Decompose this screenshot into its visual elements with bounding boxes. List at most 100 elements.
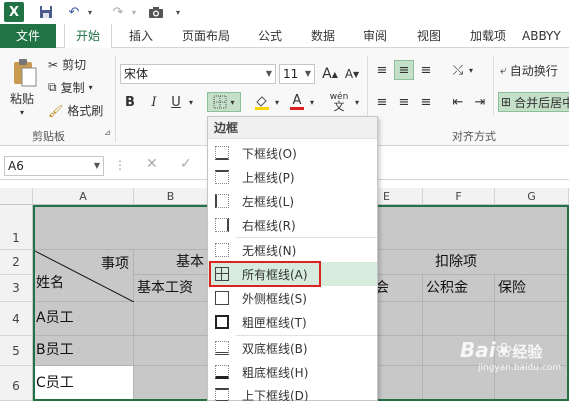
- font-size-value: 11: [283, 67, 299, 81]
- wrap-text-button[interactable]: ⤶ 自动换行: [500, 62, 558, 79]
- name-box[interactable]: A6 ▼: [4, 156, 104, 176]
- menu-item-right-border[interactable]: 右框线(R): [208, 213, 377, 237]
- menu-item-label: 双底框线(B): [242, 341, 308, 356]
- customize-qat-icon[interactable]: ▾: [172, 2, 184, 22]
- menu-item-thick-box-border[interactable]: 粗匣框线(T): [208, 310, 377, 334]
- tab-abbyy[interactable]: ABBYY: [522, 24, 569, 48]
- phonetic-button[interactable]: wén 文: [326, 92, 352, 113]
- tab-review[interactable]: 审阅: [352, 24, 398, 48]
- column-header[interactable]: A: [33, 188, 134, 205]
- font-name-combo[interactable]: 宋体 ▼: [120, 64, 276, 84]
- menu-item-top-bottom-border[interactable]: 上下框线(D): [208, 383, 377, 401]
- tab-addins[interactable]: 加载项: [460, 24, 516, 48]
- font-color-dropdown-icon[interactable]: ▾: [307, 92, 317, 112]
- tab-page-layout[interactable]: 页面布局: [172, 24, 240, 48]
- tab-data[interactable]: 数据: [300, 24, 346, 48]
- copy-button[interactable]: ⧉ 复制 ▾: [48, 79, 93, 96]
- grid-cell[interactable]: [423, 302, 495, 336]
- grid-cell[interactable]: [495, 302, 569, 336]
- align-top-icon[interactable]: ≡: [372, 60, 392, 80]
- row-header[interactable]: 6: [0, 366, 33, 401]
- group-separator: [115, 56, 116, 142]
- grow-font-button[interactable]: A ▲: [320, 64, 340, 84]
- cell-a6[interactable]: C员工: [33, 366, 134, 401]
- menu-item-bottom-border[interactable]: 下框线(O): [208, 141, 377, 165]
- highlight-annotation: [209, 261, 321, 287]
- watermark-brand2: 经验: [512, 343, 543, 361]
- row-header[interactable]: 2: [0, 250, 33, 275]
- format-painter-button[interactable]: 🖌 格式刷: [48, 102, 103, 119]
- enter-icon[interactable]: ✓: [180, 156, 192, 172]
- select-all-corner[interactable]: [0, 188, 33, 205]
- orientation-dropdown-icon[interactable]: ▾: [466, 60, 476, 80]
- tab-home[interactable]: 开始: [64, 24, 112, 49]
- decrease-indent-icon[interactable]: ⇤: [448, 92, 468, 112]
- row-header[interactable]: 3: [0, 275, 33, 302]
- row-header[interactable]: 5: [0, 336, 33, 366]
- tab-file[interactable]: 文件: [0, 24, 56, 48]
- cut-button[interactable]: ✂ 剪切: [48, 56, 86, 73]
- undo-icon[interactable]: ↶: [64, 2, 84, 22]
- copy-label: 复制: [60, 81, 85, 95]
- shrink-font-button[interactable]: A ▼: [342, 64, 362, 84]
- italic-button[interactable]: I: [144, 92, 164, 112]
- menu-item-bottom-double-border[interactable]: 双底框线(B): [208, 336, 377, 360]
- redo-icon[interactable]: ↷: [108, 2, 128, 22]
- menu-item-top-border[interactable]: 上框线(P): [208, 165, 377, 189]
- cell-b3[interactable]: 基本工资: [134, 275, 208, 302]
- cancel-icon[interactable]: ✕: [146, 156, 158, 172]
- bold-button[interactable]: B: [120, 92, 140, 112]
- align-middle-icon[interactable]: ≡: [394, 60, 414, 80]
- tab-insert[interactable]: 插入: [118, 24, 164, 48]
- column-header[interactable]: G: [495, 188, 569, 205]
- clipboard-launcher-icon[interactable]: ⊿: [104, 128, 111, 137]
- tab-view[interactable]: 视图: [406, 24, 452, 48]
- cell-f2[interactable]: 扣除项: [351, 250, 569, 275]
- font-color-icon[interactable]: A: [287, 92, 307, 112]
- fill-color-icon[interactable]: [252, 92, 272, 112]
- align-left-icon[interactable]: ≡: [372, 92, 392, 112]
- merge-center-button[interactable]: ⊞ 合并后居中: [498, 92, 569, 112]
- border-button[interactable]: ▾: [207, 92, 241, 112]
- fill-color-dropdown-icon[interactable]: ▾: [272, 92, 282, 112]
- name-box-value: A6: [8, 159, 24, 173]
- shrink-font-icon: A: [344, 67, 354, 81]
- cell-b2[interactable]: 基本: [134, 250, 208, 275]
- redo-dropdown-icon[interactable]: ▾: [128, 2, 140, 22]
- align-center-icon[interactable]: ≡: [394, 92, 414, 112]
- phonetic-dropdown-icon[interactable]: ▾: [352, 92, 362, 112]
- camera-icon[interactable]: [146, 2, 166, 22]
- align-bottom-icon[interactable]: ≡: [416, 60, 436, 80]
- underline-button[interactable]: U: [166, 92, 186, 112]
- quick-access-toolbar: X ↶ ▾ ↷ ▾ ▾: [0, 0, 569, 24]
- paste-icon[interactable]: [10, 58, 40, 88]
- save-icon[interactable]: [36, 2, 56, 22]
- font-size-combo[interactable]: 11 ▼: [279, 64, 315, 84]
- menu-item-outside-borders[interactable]: 外侧框线(S): [208, 286, 377, 310]
- grid-cell[interactable]: [134, 336, 208, 366]
- column-header[interactable]: F: [423, 188, 495, 205]
- underline-dropdown-icon[interactable]: ▾: [186, 92, 196, 112]
- align-right-icon[interactable]: ≡: [416, 92, 436, 112]
- paste-dropdown-icon[interactable]: ▾: [20, 108, 24, 117]
- menu-item-thick-bottom-border[interactable]: 粗底框线(H): [208, 360, 377, 384]
- cell-a5[interactable]: B员工: [33, 336, 134, 366]
- thick-box-border-icon: [215, 315, 229, 329]
- increase-indent-icon[interactable]: ⇥: [470, 92, 490, 112]
- cell-f3[interactable]: 公积金: [423, 275, 495, 302]
- cell-g3[interactable]: 保险: [495, 275, 569, 302]
- undo-dropdown-icon[interactable]: ▾: [84, 2, 96, 22]
- tab-formulas[interactable]: 公式: [248, 24, 292, 48]
- row-header[interactable]: 4: [0, 302, 33, 336]
- paste-button[interactable]: 粘贴: [10, 90, 34, 107]
- column-header[interactable]: B: [134, 188, 208, 205]
- menu-item-left-border[interactable]: 左框线(L): [208, 189, 377, 213]
- orientation-icon[interactable]: ⤯: [448, 60, 468, 80]
- cell-a4[interactable]: A员工: [33, 302, 134, 336]
- grid-cell[interactable]: [134, 302, 208, 336]
- diagonal-header-cell[interactable]: 事项 姓名: [33, 250, 134, 302]
- grid-cell[interactable]: [134, 366, 208, 401]
- row-header[interactable]: 1: [0, 205, 33, 250]
- menu-item-no-border[interactable]: 无框线(N): [208, 238, 377, 262]
- grow-font-icon: A: [322, 66, 332, 82]
